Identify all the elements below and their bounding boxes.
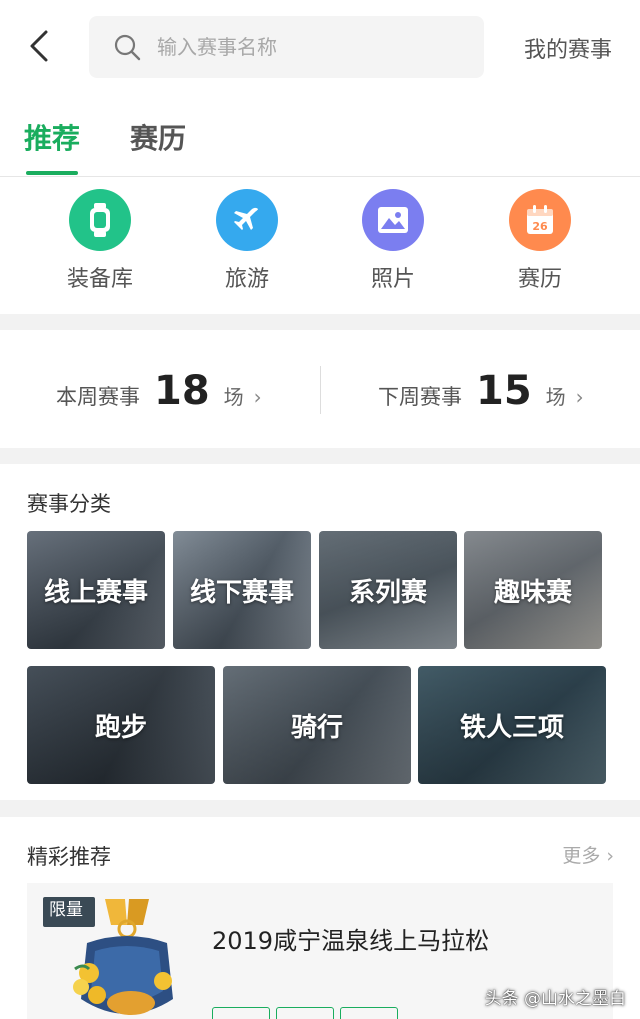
airplane-icon [216, 189, 278, 251]
category-series[interactable]: 系列赛 [319, 531, 457, 649]
my-events-link[interactable]: 我的赛事 [524, 32, 612, 64]
quick-link-label: 赛历 [517, 267, 562, 292]
calendar-icon: 26 [509, 189, 571, 251]
calendar-badge-text: 26 [532, 220, 548, 233]
chevron-right-icon: › [253, 385, 262, 409]
category-label: 趣味赛 [493, 577, 572, 608]
next-week-label: 下周赛事 [378, 385, 462, 409]
chevron-right-icon: › [606, 845, 614, 867]
quick-link-label: 照片 [370, 267, 415, 292]
category-offline[interactable]: 线下赛事 [173, 531, 311, 649]
active-tab-indicator [26, 171, 78, 175]
tag [340, 1007, 398, 1019]
more-link[interactable]: 更多 › [562, 841, 614, 868]
category-running[interactable]: 跑步 [27, 666, 215, 784]
tag [276, 1007, 334, 1019]
weekly-summary: 本周赛事 18 场 › 下周赛事 15 场 › [0, 330, 640, 448]
category-cycling[interactable]: 骑行 [223, 666, 411, 784]
quick-link-label: 旅游 [224, 267, 269, 292]
quick-link-travel[interactable]: 旅游 [187, 189, 307, 293]
watermark: 头条 @山水之墨白 [484, 989, 626, 1009]
category-label: 跑步 [94, 712, 147, 743]
card-title: 2019咸宁温泉线上马拉松 [212, 927, 490, 955]
tag [212, 1007, 270, 1019]
search-icon [114, 34, 141, 61]
quick-link-calendar[interactable]: 26 赛历 [480, 189, 600, 293]
next-week-events[interactable]: 下周赛事 15 场 › [378, 368, 584, 414]
more-label: 更多 [562, 845, 601, 867]
card-tags [212, 1007, 398, 1019]
search-box[interactable] [89, 16, 484, 78]
event-categories: 赛事分类 线上赛事 线下赛事 系列赛 趣味赛 跑步 骑行 铁人三项 [0, 464, 640, 800]
chevron-right-icon: › [575, 385, 584, 409]
this-week-count: 18 [154, 368, 210, 414]
category-triathlon[interactable]: 铁人三项 [418, 666, 606, 784]
this-week-unit: 场 [223, 385, 244, 409]
category-label: 骑行 [290, 712, 343, 743]
category-label: 系列赛 [348, 577, 427, 608]
next-week-count: 15 [476, 368, 532, 414]
tab-bar: 推荐 赛历 [0, 95, 640, 177]
divider [320, 366, 321, 414]
limited-badge: 限量 [43, 897, 95, 927]
quick-link-label: 装备库 [66, 267, 133, 292]
watch-icon [69, 189, 131, 251]
next-week-unit: 场 [545, 385, 566, 409]
photo-icon [362, 189, 424, 251]
quick-links: 装备库 旅游 照片 26 赛历 [0, 177, 640, 314]
back-arrow-icon[interactable] [22, 28, 58, 64]
tab-recommend[interactable]: 推荐 [24, 117, 80, 157]
section-title: 精彩推荐 [27, 845, 111, 869]
this-week-label: 本周赛事 [56, 385, 140, 409]
quick-link-photos[interactable]: 照片 [333, 189, 453, 293]
category-online[interactable]: 线上赛事 [27, 531, 165, 649]
top-bar: 我的赛事 [0, 0, 640, 95]
quick-link-equipment[interactable]: 装备库 [40, 189, 160, 293]
category-label: 铁人三项 [459, 712, 564, 743]
category-label: 线下赛事 [189, 577, 294, 608]
search-input[interactable] [157, 16, 467, 78]
section-title: 赛事分类 [27, 492, 111, 516]
category-fun[interactable]: 趣味赛 [464, 531, 602, 649]
tab-calendar[interactable]: 赛历 [130, 117, 186, 157]
this-week-events[interactable]: 本周赛事 18 场 › [56, 368, 262, 414]
category-label: 线上赛事 [43, 577, 148, 608]
